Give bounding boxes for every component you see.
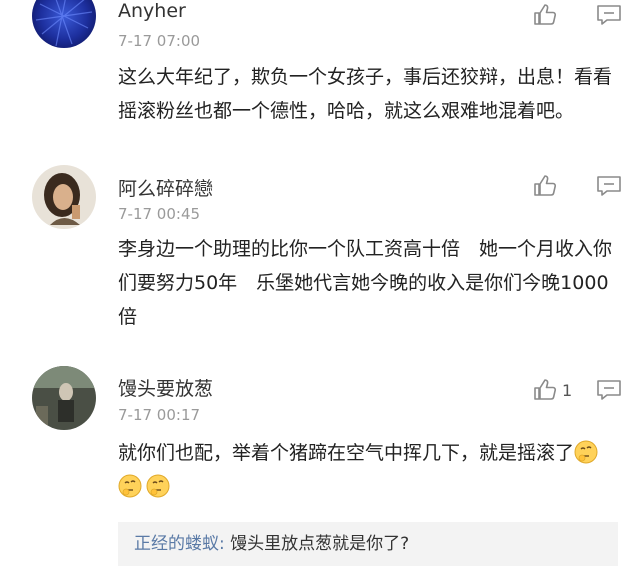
- comment-time: 7-17 00:45: [118, 205, 201, 223]
- avatar-image: [32, 165, 96, 229]
- comment-bubble-icon[interactable]: [596, 4, 622, 26]
- comment-author[interactable]: Anyher: [118, 0, 186, 22]
- thumbs-up-icon[interactable]: [532, 2, 558, 28]
- comment-actions: 1: [532, 377, 622, 403]
- thinking-face-icon: [146, 474, 170, 498]
- comment-bubble-icon[interactable]: [596, 379, 622, 401]
- thumbs-up-icon[interactable]: [532, 173, 558, 199]
- avatar[interactable]: [32, 366, 96, 430]
- comment-text: 就你们也配，举着个猪蹄在空气中挥几下，就是摇滚了: [118, 436, 618, 504]
- avatar[interactable]: [32, 165, 96, 229]
- thinking-face-icon: [118, 474, 142, 498]
- avatar-image: [32, 366, 96, 430]
- comment-author[interactable]: 阿么碎碎戀: [118, 174, 213, 201]
- comment-bubble-icon[interactable]: [596, 175, 622, 197]
- reply-text: 馒头里放点葱就是你了?: [224, 534, 410, 554]
- thinking-face-icon: [574, 440, 598, 464]
- comment-actions: [532, 2, 622, 28]
- comment-text: 这么大年纪了，欺负一个女孩子，事后还狡辩，出息！看看摇滚粉丝也都一个德性，哈哈，…: [118, 66, 613, 122]
- comment-text: 李身边一个助理的比你一个队工资高十倍 她一个月收入你们要努力50年 乐堡她代言她…: [118, 238, 613, 328]
- thumbs-up-icon[interactable]: [532, 377, 558, 403]
- comment-text-body: 就你们也配，举着个猪蹄在空气中挥几下，就是摇滚了: [118, 442, 575, 464]
- reply-author[interactable]: 正经的蝼蚁:: [134, 534, 225, 554]
- avatar[interactable]: [32, 0, 96, 48]
- comment-author[interactable]: 馒头要放葱: [118, 374, 213, 401]
- avatar-image: [32, 0, 96, 48]
- comment-actions: [532, 173, 622, 199]
- comment-time: 7-17 07:00: [118, 32, 201, 50]
- reply-preview[interactable]: 正经的蝼蚁: 馒头里放点葱就是你了?: [118, 522, 618, 566]
- comment-time: 7-17 00:17: [118, 406, 201, 424]
- like-count: 1: [562, 380, 573, 400]
